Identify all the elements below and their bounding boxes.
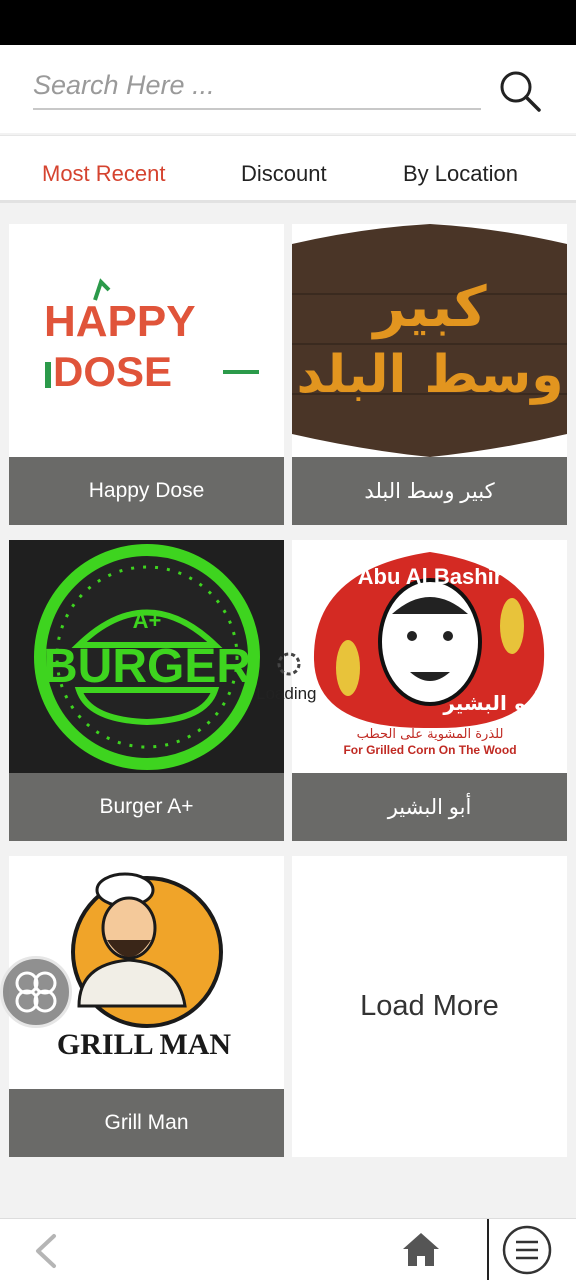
status-bar (0, 0, 576, 45)
abu-al-bashir-logo-tagline-arabic: للذرة المشوية على الحطب (357, 727, 504, 742)
load-more-button[interactable]: Load More (292, 856, 567, 1157)
restaurant-card[interactable]: كبير وسط البلد كبير وسط البلد (292, 224, 567, 525)
abu-al-bashir-logo-latin: Abu Al Bashir (358, 564, 503, 589)
burger-logo-grade: A+ (133, 608, 162, 633)
bottom-nav (0, 1218, 576, 1280)
filter-tabs: Most Recent Discount By Location (0, 135, 576, 203)
abu-al-bashir-logo: Abu Al Bashir أبو البشير للذرة المشوية ع… (292, 540, 567, 773)
happy-dose-logo-top: HAPPY (44, 297, 196, 346)
kabeer-logo-top: كبير (370, 275, 487, 340)
restaurant-card[interactable]: HAPPY DOSE Happy Dose (9, 224, 284, 525)
clover-icon (15, 971, 57, 1013)
happy-dose-logo-bottom: DOSE (53, 348, 172, 395)
grill-man-logo-text: GRILL MAN (57, 1028, 232, 1061)
abu-al-bashir-logo-tagline: For Grilled Corn On The Wood (343, 743, 516, 757)
kabeer-logo: كبير وسط البلد (292, 224, 567, 457)
tab-most-recent[interactable]: Most Recent (42, 161, 166, 187)
kabeer-logo-bottom: وسط البلد (296, 345, 563, 405)
restaurant-name: Grill Man (9, 1089, 284, 1157)
restaurant-name: كبير وسط البلد (292, 457, 567, 525)
restaurant-card[interactable]: Abu Al Bashir أبو البشير للذرة المشوية ع… (292, 540, 567, 841)
search-input[interactable] (33, 62, 481, 110)
restaurant-card[interactable]: A+ BURGER Burger A+ (9, 540, 284, 841)
search-icon[interactable] (497, 68, 543, 114)
burger-logo-word: BURGER (43, 640, 251, 693)
back-chevron-icon[interactable] (30, 1233, 60, 1269)
tab-by-location[interactable]: By Location (403, 161, 518, 187)
floating-menu-button[interactable] (0, 956, 72, 1028)
loading-spinner-icon (277, 652, 301, 676)
burger-logo: A+ BURGER (9, 540, 284, 773)
restaurant-name: Happy Dose (9, 457, 284, 525)
nav-divider (487, 1219, 489, 1280)
loading-indicator: Loading (256, 650, 326, 710)
happy-dose-logo: HAPPY DOSE (9, 224, 284, 457)
home-icon[interactable] (400, 1229, 442, 1269)
loading-text: Loading (256, 684, 317, 703)
restaurant-name: Burger A+ (9, 773, 284, 841)
menu-icon[interactable] (501, 1224, 553, 1276)
tab-discount[interactable]: Discount (241, 161, 327, 187)
restaurant-name: أبو البشير (292, 773, 567, 841)
abu-al-bashir-logo-arabic: أبو البشير (442, 689, 540, 715)
